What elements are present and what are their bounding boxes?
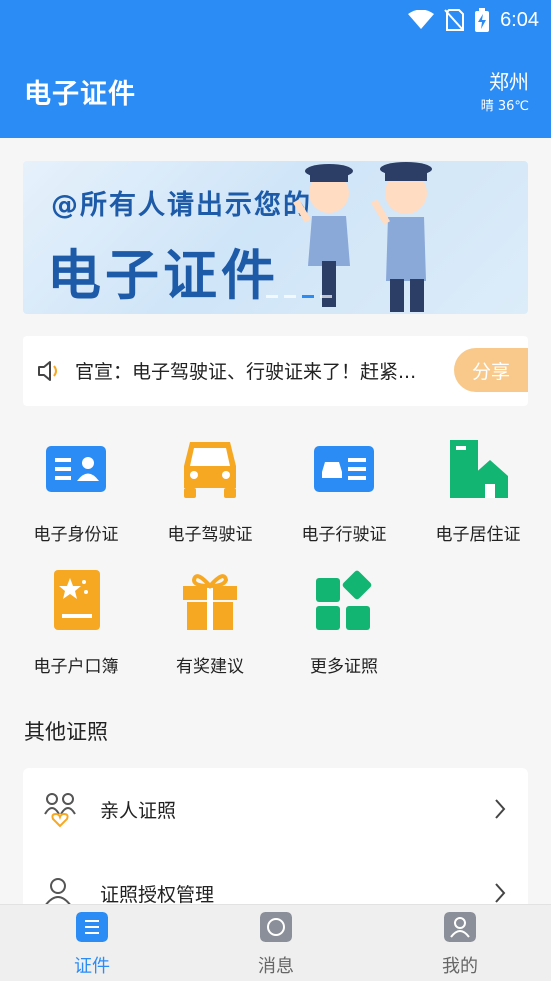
weather-text: 晴 36℃: [480, 99, 529, 114]
grid-item-label: 电子驾驶证: [167, 525, 253, 545]
list-item-authorization[interactable]: 证照授权管理: [23, 852, 528, 904]
promo-banner[interactable]: @所有人请出示您的 电子证件: [23, 161, 528, 314]
list-item-label: 亲人证照: [100, 800, 177, 822]
no-sim-icon: [444, 9, 465, 31]
main-content[interactable]: @所有人请出示您的 电子证件 官宣：电子驾驶证、行驶证来了！赶紧... 分享 电…: [0, 138, 551, 904]
tab-messages[interactable]: 消息: [216, 905, 336, 981]
status-bar: 6:04: [408, 7, 539, 33]
grid-item-vehicle-license[interactable]: 电子行驶证: [277, 438, 411, 558]
list-item-family[interactable]: 亲人证照: [23, 768, 528, 852]
section-title-other: 其他证照: [24, 720, 108, 744]
grid-item-more[interactable]: 更多证照: [277, 570, 411, 690]
grid-item-driver-license[interactable]: 电子驾驶证: [143, 438, 277, 558]
grid-item-id-card[interactable]: 电子身份证: [9, 438, 143, 558]
certificate-icon: [76, 912, 108, 942]
family-icon: [44, 793, 76, 828]
police-illustration: [292, 162, 432, 312]
car-icon: [184, 442, 236, 498]
chevron-right-icon: [495, 883, 506, 903]
tab-certificates[interactable]: 证件: [32, 905, 152, 981]
page-title: 电子证件: [24, 79, 136, 110]
banner-line2: 电子证件: [47, 244, 279, 307]
grid-item-label: 电子户口簿: [33, 657, 119, 677]
bottom-nav: 证件 消息 我的: [0, 904, 551, 981]
announcement-bar[interactable]: 官宣：电子驾驶证、行驶证来了！赶紧... 分享: [23, 336, 528, 406]
chevron-right-icon: [495, 799, 506, 819]
household-book-icon: [54, 570, 100, 630]
message-icon: [260, 912, 292, 942]
gift-icon: [183, 574, 237, 630]
wifi-icon: [408, 10, 435, 29]
profile-icon: [444, 912, 476, 942]
residence-icon: [450, 440, 508, 498]
grid-item-label: 电子居住证: [435, 525, 521, 545]
grid-item-label: 电子身份证: [33, 525, 119, 545]
tab-label: 证件: [74, 956, 110, 977]
list-item-label: 证照授权管理: [100, 884, 215, 904]
id-card-icon: [46, 446, 106, 492]
tab-label: 我的: [442, 956, 478, 977]
grid-item-label: 电子行驶证: [301, 525, 387, 545]
speaker-icon: [38, 361, 57, 381]
more-apps-icon: [316, 570, 372, 630]
grid-item-household-book[interactable]: 电子户口簿: [9, 570, 143, 690]
announcement-text[interactable]: 官宣：电子驾驶证、行驶证来了！赶紧...: [75, 357, 460, 384]
grid-item-label: 有奖建议: [176, 657, 244, 677]
tab-label: 消息: [258, 956, 294, 977]
share-button[interactable]: 分享: [454, 348, 528, 392]
grid-item-residence-permit[interactable]: 电子居住证: [411, 438, 545, 558]
status-time: 6:04: [500, 8, 539, 31]
vehicle-license-icon: [314, 446, 374, 492]
city-selector[interactable]: 郑州: [489, 66, 529, 95]
app-header: 6:04 电子证件 郑州 晴 36℃: [0, 0, 551, 138]
grid-item-label: 更多证照: [310, 657, 378, 677]
other-certificates-list: 亲人证照 证照授权管理: [23, 768, 528, 904]
battery-charging-icon: [475, 8, 490, 32]
banner-line1: @所有人请出示您的: [51, 190, 312, 221]
grid-item-feedback-reward[interactable]: 有奖建议: [143, 570, 277, 690]
banner-indicator: [266, 295, 332, 298]
authorize-icon: [45, 878, 71, 904]
tab-profile[interactable]: 我的: [400, 905, 520, 981]
